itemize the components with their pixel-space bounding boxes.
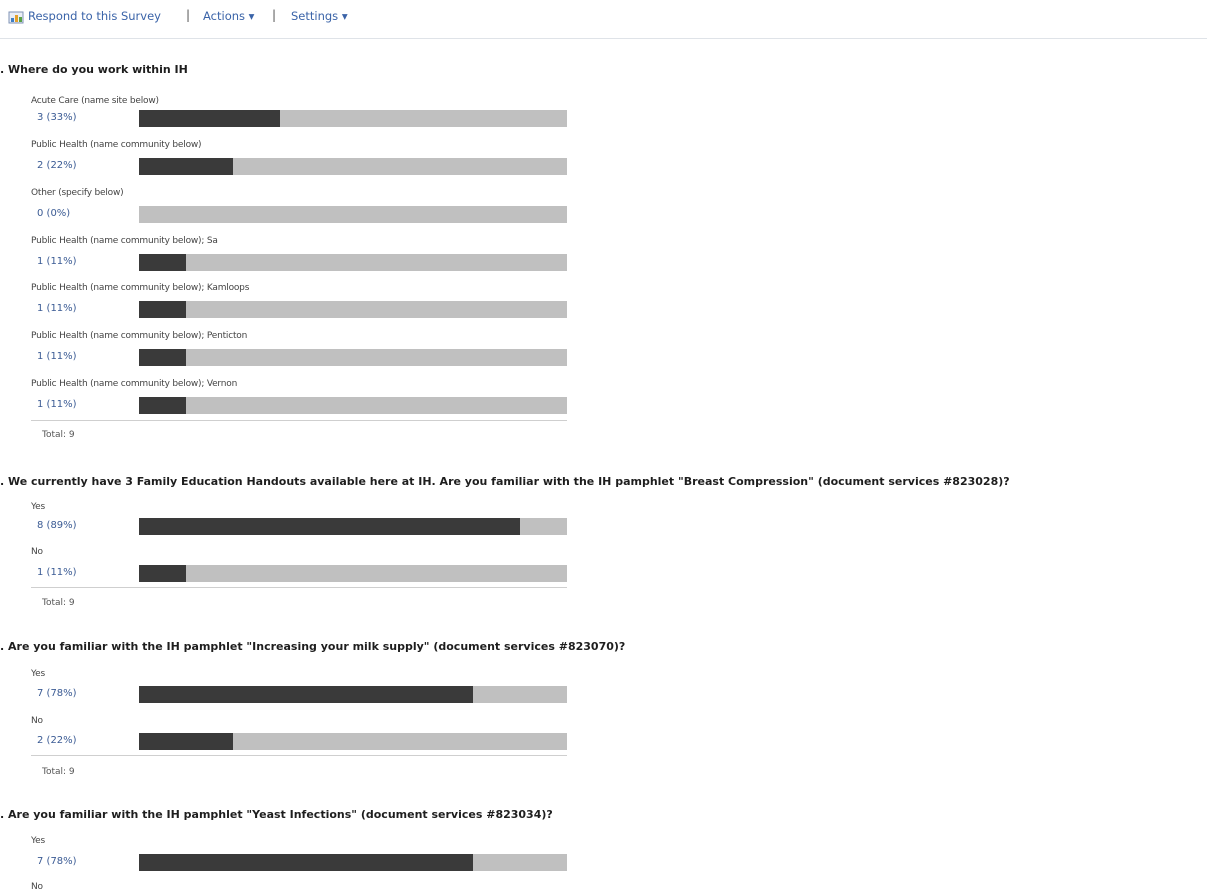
answer-bar-fill — [139, 565, 187, 582]
answer-bar — [139, 565, 567, 582]
survey-toolbar: Respond to this Survey | Actions ▾ | Set… — [0, 0, 1207, 39]
answer-bar-fill — [139, 686, 473, 703]
answer-label: Yes — [31, 502, 45, 512]
answer-label: No — [31, 547, 43, 557]
respond-to-survey-link[interactable]: Respond to this Survey — [28, 9, 161, 23]
answer-bar-fill — [139, 254, 187, 271]
answer-count: 1 (11%) — [37, 303, 77, 314]
total-count: Total: 9 — [42, 598, 75, 608]
total-count: Total: 9 — [42, 767, 75, 777]
answer-bar — [139, 158, 567, 175]
answer-bar-fill — [139, 518, 520, 535]
answer-bar — [139, 254, 567, 271]
toolbar-separator: | — [186, 8, 191, 22]
answer-bar — [139, 206, 567, 223]
answer-count: 8 (89%) — [37, 520, 77, 531]
answer-label: No — [31, 716, 43, 726]
answer-count: 1 (11%) — [37, 351, 77, 362]
answer-bar — [139, 397, 567, 414]
answer-bar-fill — [139, 733, 234, 750]
answer-bar-fill — [139, 158, 234, 175]
toolbar-separator: | — [272, 8, 277, 22]
answer-label: Other (specify below) — [31, 188, 124, 198]
total-divider — [31, 755, 567, 756]
answer-count: 7 (78%) — [37, 688, 77, 699]
answer-count: 2 (22%) — [37, 160, 77, 171]
question-title: . We currently have 3 Family Education H… — [0, 475, 1010, 488]
total-count: Total: 9 — [42, 430, 75, 440]
answer-bar — [139, 349, 567, 366]
answer-count: 7 (78%) — [37, 856, 77, 867]
question-title: . Where do you work within IH — [0, 63, 188, 76]
answer-bar-fill — [139, 397, 187, 414]
answer-label: Public Health (name community below); Ka… — [31, 283, 250, 293]
answer-label: Acute Care (name site below) — [31, 96, 159, 106]
answer-count: 3 (33%) — [37, 112, 77, 123]
survey-icon[interactable] — [8, 10, 24, 24]
answer-bar — [139, 110, 567, 127]
answer-count: 0 (0%) — [37, 208, 71, 219]
total-divider — [31, 420, 567, 421]
answer-bar — [139, 301, 567, 318]
answer-bar — [139, 518, 567, 535]
total-divider — [31, 587, 567, 588]
answer-count: 1 (11%) — [37, 256, 77, 267]
answer-bar — [139, 854, 567, 871]
answer-count: 2 (22%) — [37, 735, 77, 746]
actions-menu[interactable]: Actions ▾ — [203, 9, 254, 23]
answer-bar-fill — [139, 301, 187, 318]
answer-label: Yes — [31, 836, 45, 846]
answer-bar — [139, 686, 567, 703]
answer-count: 1 (11%) — [37, 399, 77, 410]
answer-label: Yes — [31, 669, 45, 679]
answer-bar-fill — [139, 349, 187, 366]
answer-count: 1 (11%) — [37, 567, 77, 578]
answer-bar-fill — [139, 854, 473, 871]
answer-bar-fill — [139, 110, 281, 127]
answer-label: Public Health (name community below); Ve… — [31, 379, 238, 389]
question-title: . Are you familiar with the IH pamphlet … — [0, 640, 626, 653]
settings-menu[interactable]: Settings ▾ — [291, 9, 348, 23]
answer-label: Public Health (name community below) — [31, 140, 202, 150]
answer-bar — [139, 733, 567, 750]
answer-label: Public Health (name community below); Sa — [31, 236, 218, 246]
question-title: . Are you familiar with the IH pamphlet … — [0, 808, 553, 821]
answer-label: Public Health (name community below); Pe… — [31, 331, 248, 341]
